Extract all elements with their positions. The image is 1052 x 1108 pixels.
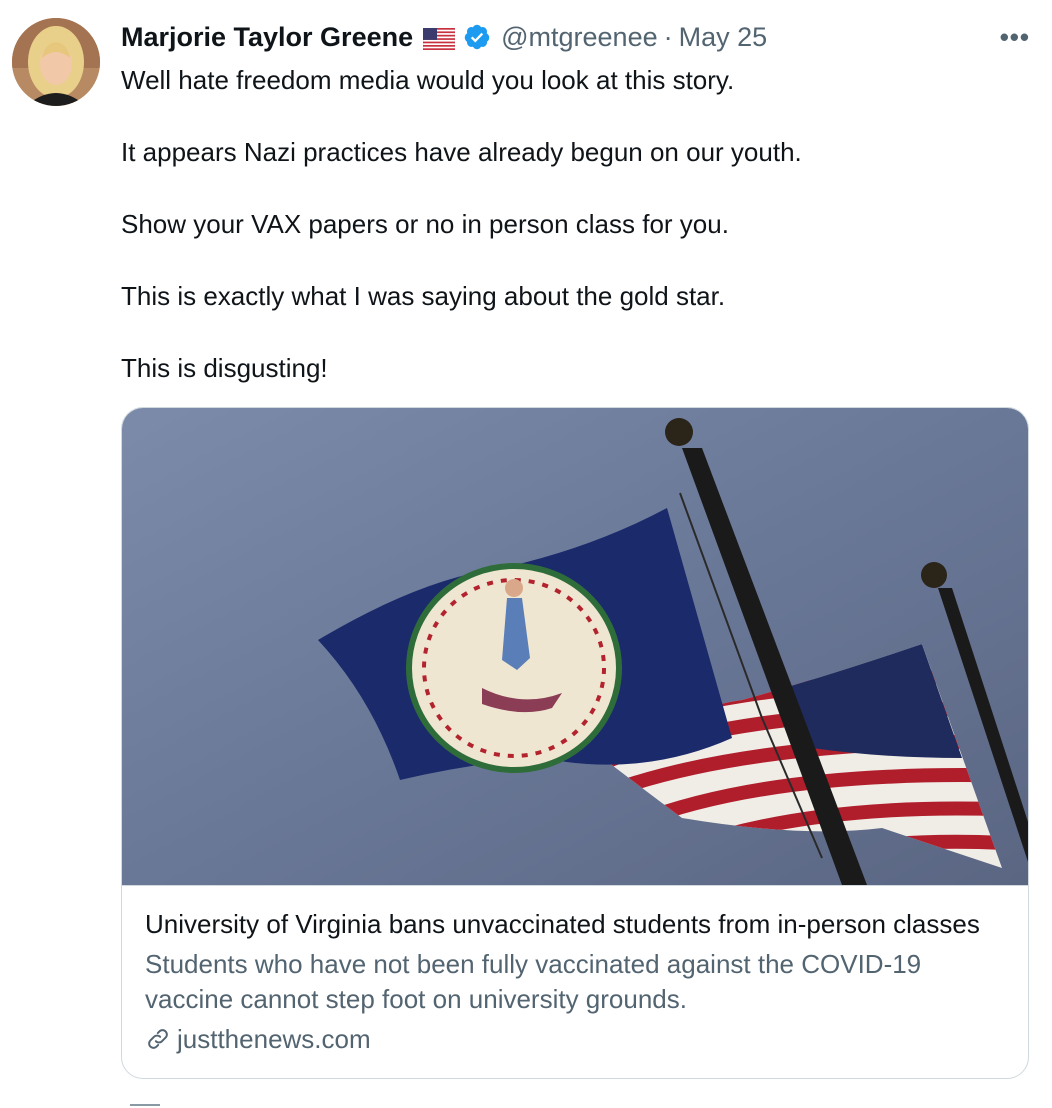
tweet-paragraph: It appears Nazi practices have already b… [121, 137, 802, 167]
card-description: Students who have not been fully vaccina… [145, 949, 922, 1014]
separator: · [663, 21, 673, 52]
card-body[interactable]: University of Virginia bans unvaccinated… [145, 907, 1011, 1056]
more-options-icon[interactable]: ••• [1000, 22, 1030, 53]
link-card[interactable]: University of Virginia bans unvaccinated… [121, 407, 1029, 1079]
author-name[interactable]: Marjorie Taylor Greene [121, 22, 413, 53]
verified-badge-icon [463, 23, 491, 51]
card-image[interactable] [122, 408, 1028, 886]
tweet-paragraph: This is disgusting! [121, 353, 328, 383]
tweet-paragraph: Show your VAX papers or no in person cla… [121, 209, 729, 239]
tweet-date[interactable]: May 25 [679, 22, 768, 53]
tweet-paragraph: This is exactly what I was saying about … [121, 281, 726, 311]
link-icon [145, 1026, 171, 1052]
tweet-paragraph: Well hate freedom media would you look a… [121, 65, 735, 95]
author-handle[interactable]: @mtgreenee [501, 22, 658, 53]
avatar[interactable] [12, 18, 100, 106]
card-domain-text[interactable]: justthenews.com [177, 1022, 371, 1056]
tweet-header: Marjorie Taylor Greene @mtgreenee · May … [121, 20, 767, 54]
tweet-text: Well hate freedom media would you look a… [121, 62, 1021, 422]
card-domain[interactable]: justthenews.com [145, 1022, 1011, 1056]
action-bar-hint [130, 1104, 160, 1106]
us-flag-icon [422, 26, 456, 51]
card-title[interactable]: University of Virginia bans unvaccinated… [145, 907, 1011, 941]
